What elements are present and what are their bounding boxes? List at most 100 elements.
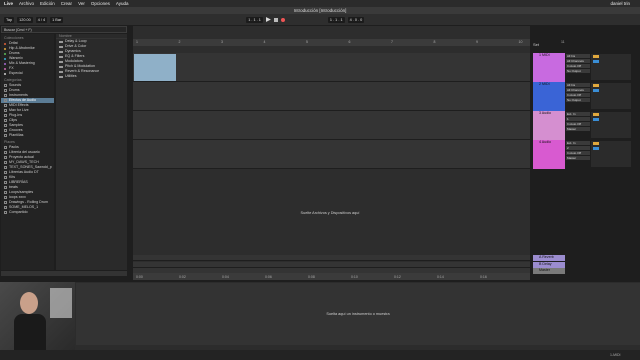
mac-menubar: Live Archivo Edición Crear Ver Opciones … [0,0,640,7]
app-menu[interactable]: Live [4,1,13,6]
category-item[interactable]: Plantillas [1,133,54,138]
place-label: loops xxxx [9,195,26,199]
browser-search-input[interactable]: Buscar (Cmd + F) [1,26,127,33]
track-io-select[interactable]: Ext. In [566,112,590,116]
return-header[interactable]: A Reverb [533,255,565,261]
time-tick: 0:04 [222,275,229,279]
play-icon[interactable] [265,17,271,22]
folder-icon [4,146,7,149]
category-label: Instruments [9,93,28,97]
track-io-select[interactable]: 2 [566,146,590,150]
loop-length-field[interactable]: 4 . 0 . 0 [347,16,365,23]
set-label: Set [533,42,540,47]
category-label: Efectos de Audio [9,98,36,102]
track-io-select[interactable]: All Ins [566,83,590,87]
return-lane[interactable] [133,255,530,261]
track-io-select[interactable]: All Channels [566,59,590,63]
time-tick: 0:14 [437,275,444,279]
category-icon [4,129,7,132]
content-folder-label: Dynamics [65,49,81,53]
time-signature[interactable]: 4 / 4 [35,16,48,23]
window-title: Introducción [Introducción] [0,7,640,14]
place-label: Proyecto actual [9,155,34,159]
place-label: Librerías Audio DT [9,170,39,174]
device-drop-message: Suelta aquí un instrumento o muestra [326,312,390,316]
folder-icon [4,186,7,189]
menu-edicion[interactable]: Edición [40,1,55,6]
menu-crear[interactable]: Crear [61,1,72,6]
track-io-select[interactable]: In Auto Off [566,93,590,97]
track-lane[interactable] [133,53,530,82]
track-header[interactable]: 4 Audio [533,140,565,169]
solo-button[interactable] [593,147,599,150]
return-header[interactable]: B Delay [533,261,565,268]
menu-ayuda[interactable]: Ayuda [116,1,129,6]
track-activator-button[interactable] [593,113,599,116]
ruler-tick: 6 [348,40,351,44]
solo-button[interactable] [593,60,599,63]
folder-icon [59,40,63,43]
track-lane[interactable] [133,82,530,111]
category-label: Plantillas [9,133,24,137]
time-ruler[interactable]: 0:00 0:02 0:04 0:06 0:08 0:10 0:12 0:14 0:16 [133,273,530,280]
position-field[interactable]: 1 . 1 . 1 [246,16,263,23]
place-item[interactable]: Compartido [1,210,54,215]
time-tick: 0:02 [179,275,186,279]
solo-button[interactable] [593,118,599,121]
bpm-field[interactable]: 120.00 [17,16,33,23]
collection-label: Drums [9,51,20,55]
track-io-select[interactable]: Master [566,127,590,131]
folder-icon [4,201,7,204]
collection-label: Warsmix [9,56,23,60]
place-label: Librería del usuario [9,150,40,154]
menu-archivo[interactable]: Archivo [19,1,34,6]
track-activator-button[interactable] [593,142,599,145]
stop-icon[interactable] [273,17,278,22]
track-activator-button[interactable] [593,84,599,87]
folder-icon [4,156,7,159]
solo-button[interactable] [593,89,599,92]
track-io-select[interactable]: In Auto Off [566,64,590,68]
track-header[interactable]: 1 MIDI [533,53,565,82]
track-io-select[interactable]: All Ins [566,54,590,58]
webcam-overlay [0,282,75,350]
place-label: MY_DAWS_TECH [9,160,39,164]
menu-opciones[interactable]: Opciones [91,1,110,6]
audio-clip[interactable] [134,54,176,81]
track-activator-button[interactable] [593,55,599,58]
menu-ver[interactable]: Ver [78,1,85,6]
track-io-select[interactable]: No Output [566,98,590,102]
place-label: Packs [9,145,19,149]
time-tick: 0:08 [308,275,315,279]
return-lane[interactable] [133,261,530,268]
track-io-select[interactable]: No Output [566,69,590,73]
track-io-select[interactable]: In Auto Off [566,122,590,126]
track-lane[interactable] [133,140,530,169]
track-lane[interactable] [133,111,530,140]
ruler-tick: 7 [391,40,393,44]
track-io-select[interactable]: Ext. In [566,141,590,145]
content-folder-item[interactable]: Utilities [56,74,127,79]
track-io-select[interactable]: All Channels [566,88,590,92]
time-tick: 0:00 [136,275,143,279]
time-tick: 0:16 [480,275,487,279]
track-io-select[interactable]: In Auto Off [566,151,590,155]
quantize-select[interactable]: 1 Bar [50,16,64,23]
folder-icon [59,60,63,63]
track-header[interactable]: 3 Audio [533,111,565,140]
loop-start-field[interactable]: 1 . 1 . 1 [327,16,345,23]
browser-sidebar: Colecciones Drifat Hip & Afrobmike Drums Wa… [1,34,54,270]
record-icon[interactable] [280,17,285,22]
track-io-select[interactable]: 1 [566,117,590,121]
track-header[interactable]: 2 MIDI [533,82,565,111]
categories-heading: Categorías [4,78,22,82]
track-io-select[interactable]: Master [566,156,590,160]
collection-item[interactable]: Especial [1,71,54,76]
return-header[interactable]: Master [533,268,565,274]
tap-button[interactable]: Tap [4,16,15,23]
tag-dot-icon [4,47,6,50]
bar-ruler[interactable]: 1 2 3 4 5 6 7 8 9 10 11 [133,39,565,46]
drop-message: Suelte Archivos y Dispositivos aquí [300,211,360,215]
folder-icon [4,181,7,184]
folder-icon [59,70,63,73]
